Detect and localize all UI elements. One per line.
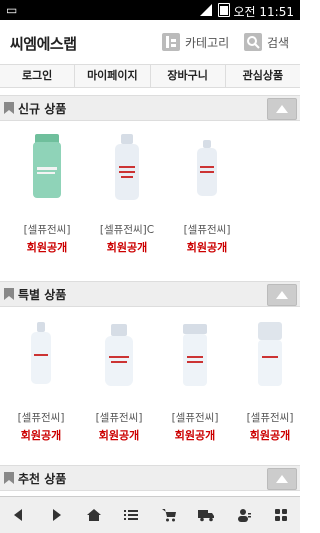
notification-icon: ▭ xyxy=(6,3,18,17)
back-icon xyxy=(13,509,22,521)
product-name: [셀퓨전씨] xyxy=(171,412,219,424)
product-price: 회원공개 xyxy=(186,241,228,254)
category-button[interactable]: 카테고리 xyxy=(162,32,229,52)
logo[interactable]: 씨엠에스랩 xyxy=(10,33,77,54)
nav-cart[interactable]: 장바구니 xyxy=(151,65,226,87)
back-button[interactable] xyxy=(0,497,38,533)
battery-icon xyxy=(218,3,230,17)
user-button[interactable] xyxy=(225,497,263,533)
grid-icon xyxy=(275,509,288,521)
category-label: 카테고리 xyxy=(185,35,230,50)
section-special: 특별 상품 xyxy=(0,281,300,307)
section-title: 신규 상품 xyxy=(18,102,67,116)
product-price: 회원공개 xyxy=(249,429,291,442)
product-card[interactable]: [셀퓨전씨] 회원공개 xyxy=(172,132,242,255)
ribbon-icon xyxy=(4,102,14,114)
search-button[interactable]: 검색 xyxy=(244,32,289,52)
app-header: 씨엠에스랩 카테고리 검색 xyxy=(0,20,300,65)
status-time: 오전 11:51 xyxy=(233,5,294,19)
forward-button[interactable] xyxy=(38,497,76,533)
product-card[interactable]: [셀퓨전씨] 회원공개 xyxy=(12,132,82,255)
product-image xyxy=(33,134,61,198)
search-icon xyxy=(244,33,262,51)
product-card[interactable]: [셀퓨전씨] 회원공개 xyxy=(6,320,76,443)
product-price: 회원공개 xyxy=(106,241,148,254)
cart-icon xyxy=(161,509,176,522)
section-title: 추천 상품 xyxy=(18,472,67,486)
chevron-up-icon xyxy=(276,291,288,299)
product-card[interactable]: [셀퓨전씨] 회원공개 xyxy=(160,320,230,443)
product-image xyxy=(105,324,133,386)
product-price: 회원공개 xyxy=(26,241,68,254)
status-icons xyxy=(200,3,230,17)
cart-button[interactable] xyxy=(150,497,188,533)
section-recommended: 추천 상품 xyxy=(0,465,300,491)
signal-icon xyxy=(200,4,212,16)
chevron-up-icon xyxy=(276,105,288,113)
product-image xyxy=(197,140,217,196)
status-bar: ▭ 오전 11:51 xyxy=(0,0,300,20)
product-name: [셀퓨전씨] xyxy=(246,412,294,424)
collapse-button[interactable] xyxy=(267,98,297,120)
top-nav: 로그인 마이페이지 장바구니 관심상품 xyxy=(0,65,300,88)
list-icon xyxy=(124,510,139,520)
product-price: 회원공개 xyxy=(174,429,216,442)
section-new: 신규 상품 xyxy=(0,95,300,121)
product-price: 회원공개 xyxy=(20,429,62,442)
list-button[interactable] xyxy=(113,497,151,533)
category-icon xyxy=(162,33,180,51)
product-image xyxy=(115,134,139,200)
collapse-button[interactable] xyxy=(267,468,297,490)
search-label: 검색 xyxy=(267,35,290,50)
delivery-button[interactable] xyxy=(188,497,226,533)
product-name: [셀퓨전씨] xyxy=(17,412,65,424)
user-icon xyxy=(237,509,251,522)
product-image xyxy=(258,322,282,386)
product-image xyxy=(183,324,207,386)
product-card[interactable]: [셀퓨전씨] 회원공개 xyxy=(84,320,154,443)
product-name: [셀퓨전씨] xyxy=(183,224,231,236)
ribbon-icon xyxy=(4,472,14,484)
product-card[interactable]: [셀퓨전씨]C 회원공개 xyxy=(92,132,162,255)
product-name: [셀퓨전씨] xyxy=(23,224,71,236)
bottom-toolbar xyxy=(0,496,300,533)
forward-icon xyxy=(53,509,62,521)
section-title: 특별 상품 xyxy=(18,288,67,302)
nav-wishlist[interactable]: 관심상품 xyxy=(226,65,300,87)
product-price: 회원공개 xyxy=(98,429,140,442)
home-button[interactable] xyxy=(75,497,113,533)
product-name: [셀퓨전씨]C xyxy=(99,224,155,236)
delivery-icon xyxy=(198,510,215,522)
product-name: [셀퓨전씨] xyxy=(95,412,143,424)
product-image xyxy=(31,322,51,384)
collapse-button[interactable] xyxy=(267,284,297,306)
home-icon xyxy=(86,509,101,521)
product-card[interactable]: [셀퓨전씨] 회원공개 xyxy=(235,320,305,443)
nav-login[interactable]: 로그인 xyxy=(0,65,76,87)
chevron-up-icon xyxy=(276,475,288,483)
grid-button[interactable] xyxy=(263,497,301,533)
ribbon-icon xyxy=(4,288,14,300)
nav-mypage[interactable]: 마이페이지 xyxy=(75,65,151,87)
